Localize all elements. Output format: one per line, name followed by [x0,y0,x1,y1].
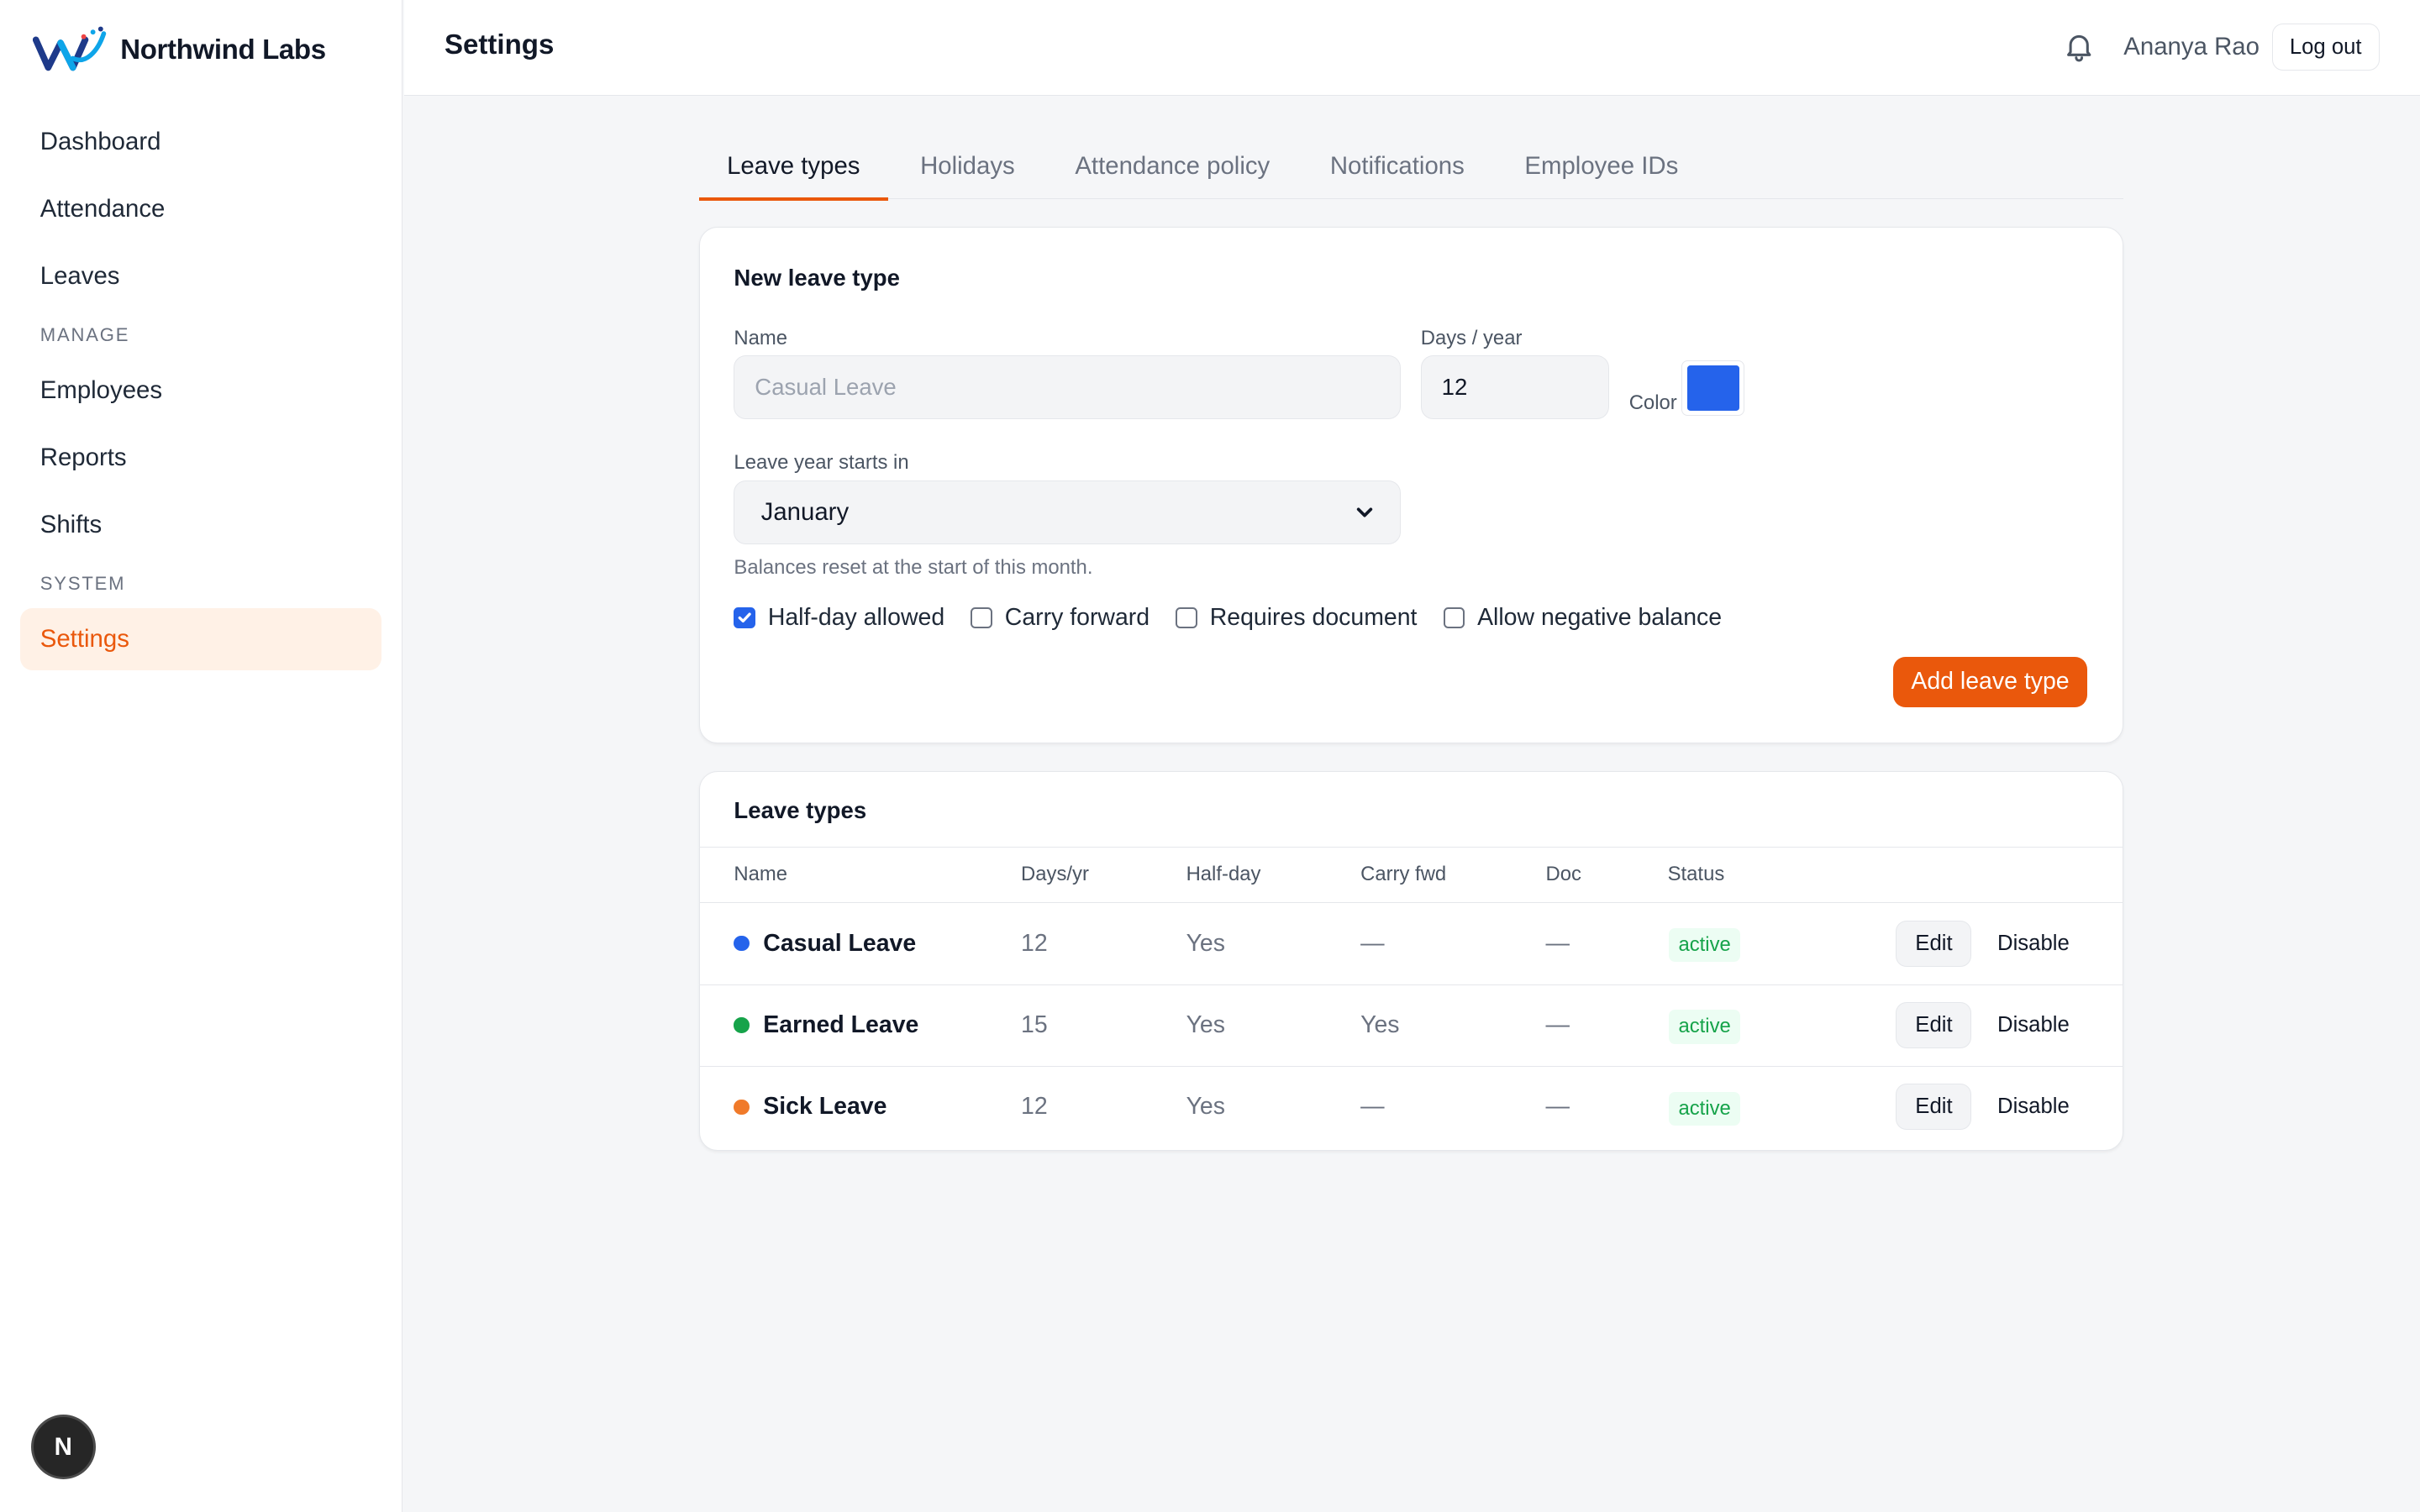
tab-notifications[interactable]: Notifications [1302,136,1492,199]
name-input[interactable] [734,355,1401,419]
logout-button[interactable]: Log out [2271,23,2380,71]
leave-year-start-select[interactable]: January [734,480,1401,544]
carry-forward-checkbox[interactable]: Carry forward [971,604,1150,632]
color-picker-fill [1686,365,1739,411]
name-label: Name [734,326,788,349]
sidebar-item-employees[interactable]: Employees [20,360,381,421]
tab-employee-ids[interactable]: Employee IDs [1497,136,1706,199]
new-leave-type-title: New leave type [734,265,900,291]
disable-button[interactable]: Disable [1987,921,2080,967]
brand[interactable]: Northwind Labs [32,24,326,76]
column-doc: Doc [1545,862,1581,885]
leave-doc: — [1545,1011,1570,1039]
bell-icon[interactable] [2062,29,2096,63]
allow-negative-balance-checkbox[interactable]: Allow negative balance [1443,604,1723,632]
leave-name-cell: Casual Leave [734,930,916,958]
sidebar-item-shifts[interactable]: Shifts [20,494,381,555]
requires-document-checkbox[interactable]: Requires document [1176,604,1417,632]
leave-days: 12 [1021,1093,1048,1121]
chevron-down-icon [1356,507,1372,517]
northwind-logo-icon [32,26,106,71]
leave-year-start-value: January [760,497,850,526]
leave-types-table-header: Name Days/yr Half-day Carry fwd Doc Stat… [700,846,2123,904]
leave-half-day: Yes [1186,1093,1225,1121]
leave-types-title: Leave types [734,796,867,823]
leave-color-dot [734,1017,750,1033]
leave-options: Half-day allowed Carry forward Requires … [734,604,1748,632]
leave-half-day: Yes [1186,1011,1225,1039]
sidebar-section-system: SYSTEM [39,572,126,594]
add-leave-type-button[interactable]: Add leave type [1892,656,2088,708]
carry-forward-label: Carry forward [1004,604,1150,632]
brand-name: Northwind Labs [120,34,326,66]
leave-carry-fwd: Yes [1360,1011,1400,1039]
leave-year-hint: Balances reset at the start of this mont… [734,556,1093,580]
disable-button[interactable]: Disable [1987,1002,2080,1048]
half-day-allowed-label: Half-day allowed [767,604,945,632]
user-name[interactable]: Ananya Rao [2123,33,2260,61]
table-row: Earned Leave 15 Yes Yes — active Edit Di… [700,985,2123,1068]
leave-half-day: Yes [1186,929,1225,957]
column-days: Days/yr [1021,862,1089,885]
leave-days: 15 [1021,1011,1048,1039]
edit-button[interactable]: Edit [1896,1084,1972,1131]
allow-negative-balance-label: Allow negative balance [1477,604,1723,632]
page-title: Settings [444,29,555,60]
top-header: Settings Ananya Rao Log out [404,0,2420,96]
requires-document-label: Requires document [1209,604,1418,632]
sidebar-section-manage: MANAGE [39,323,130,345]
edit-button[interactable]: Edit [1896,1002,1972,1049]
leave-name: Earned Leave [763,1011,919,1039]
sidebar-nav: Dashboard Attendance Leaves MANAGE Emplo… [19,111,381,675]
checkbox-unchecked-icon [1176,606,1198,629]
leave-name: Casual Leave [763,929,917,957]
checkbox-checked-icon [734,606,756,629]
leave-carry-fwd: — [1360,1093,1385,1121]
column-half-day: Half-day [1186,862,1261,885]
checkbox-unchecked-icon [1443,606,1465,629]
sidebar-item-leaves[interactable]: Leaves [20,245,381,307]
color-label: Color [1628,391,1677,414]
fab-label: N [54,1432,72,1461]
column-status: Status [1667,862,1725,885]
column-name: Name [734,862,788,885]
dev-tools-button[interactable]: N [30,1415,96,1480]
status-badge: active [1669,1010,1740,1044]
leave-color-dot [734,1099,750,1116]
leave-doc: — [1545,1093,1570,1121]
color-picker[interactable] [1681,360,1745,417]
leave-doc: — [1545,929,1570,957]
leave-name: Sick Leave [763,1093,887,1121]
sidebar-item-reports[interactable]: Reports [20,427,381,488]
sidebar-item-dashboard[interactable]: Dashboard [20,111,381,172]
disable-button[interactable]: Disable [1987,1084,2080,1130]
leave-days: 12 [1021,929,1048,957]
leave-color-dot [734,935,750,952]
edit-button[interactable]: Edit [1896,920,1972,967]
settings-tabs: Leave types Holidays Attendance policy N… [699,136,2124,201]
leave-year-start-label: Leave year starts in [734,451,909,475]
tab-attendance-policy[interactable]: Attendance policy [1047,136,1297,199]
table-row: Sick Leave 12 Yes — — active Edit Disabl… [700,1067,2123,1148]
status-badge: active [1669,1091,1740,1126]
new-leave-type-card: New leave type Name Days / year 12 Color… [699,226,2124,744]
tab-holidays[interactable]: Holidays [892,136,1043,199]
sidebar-item-settings[interactable]: Settings [19,608,381,670]
half-day-allowed-checkbox[interactable]: Half-day allowed [734,604,944,632]
sidebar: Northwind Labs Dashboard Attendance Leav… [0,0,403,1512]
days-per-year-value: 12 [1441,374,1468,401]
days-per-year-input[interactable]: 12 [1420,355,1609,419]
leave-name-cell: Sick Leave [734,1093,886,1121]
leave-name-cell: Earned Leave [734,1011,918,1039]
status-badge: active [1669,927,1740,963]
column-carry-fwd: Carry fwd [1360,862,1447,885]
leave-carry-fwd: — [1360,929,1385,957]
sidebar-item-attendance[interactable]: Attendance [20,178,381,239]
tab-leave-types[interactable]: Leave types [699,136,888,201]
leave-types-card: Leave types Name Days/yr Half-day Carry … [699,771,2124,1152]
checkbox-unchecked-icon [971,606,993,629]
table-row: Casual Leave 12 Yes — — active Edit Disa… [700,903,2123,985]
days-per-year-label: Days / year [1420,326,1523,349]
